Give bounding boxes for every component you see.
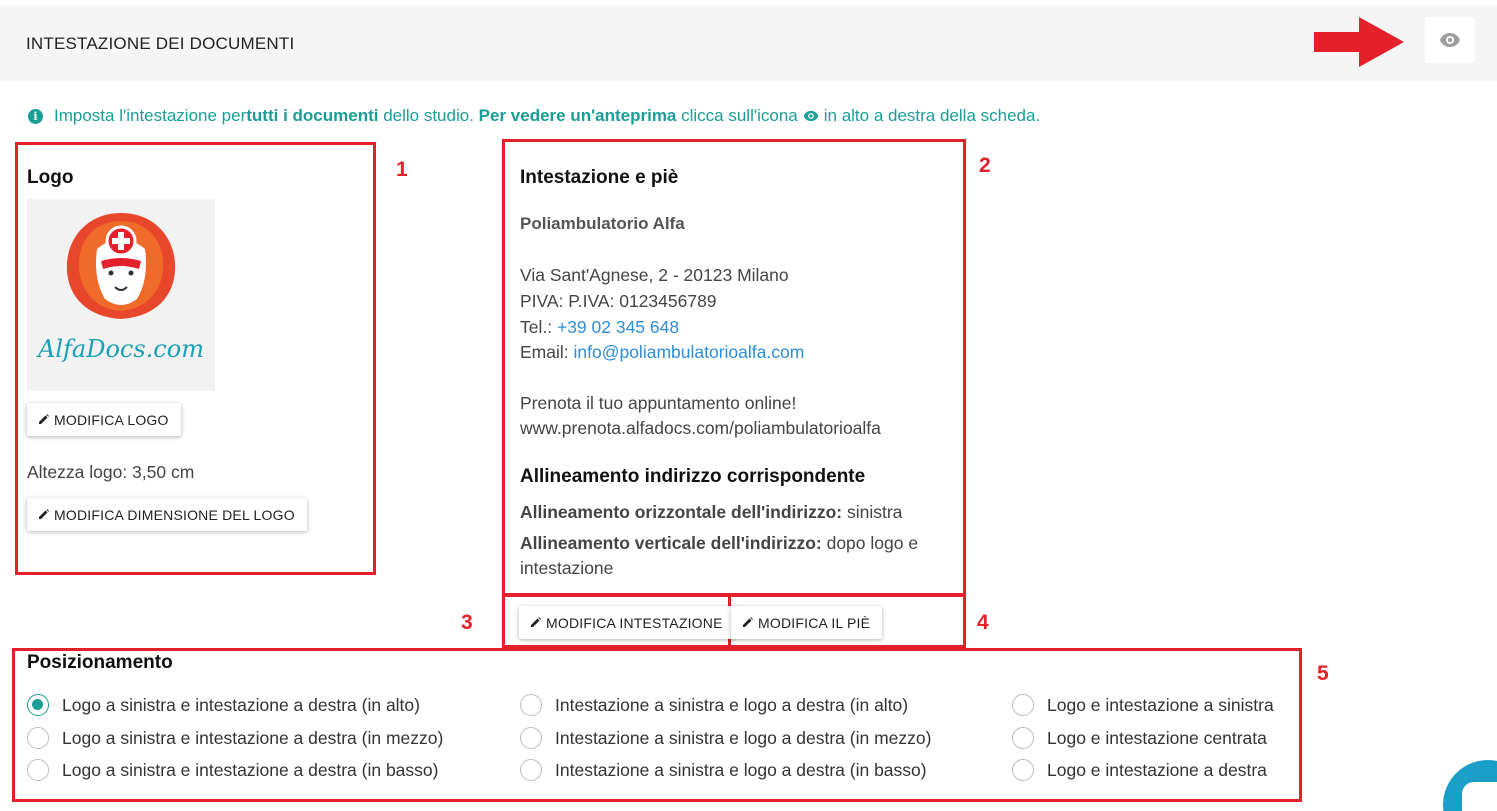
logo-text: AlfaDocs.com [36, 335, 204, 363]
radio-label: Logo a sinistra e intestazione a destra … [62, 694, 420, 715]
radio-button[interactable] [27, 694, 49, 716]
info-text-4: in alto a destra della scheda. [823, 106, 1041, 125]
radio-label: Logo a sinistra e intestazione a destra … [62, 759, 439, 780]
horizontal-alignment: Allineamento orizzontale dell'indirizzo:… [520, 502, 902, 523]
positioning-option[interactable]: Intestazione a sinistra e logo a destra … [520, 694, 908, 716]
edit-logo-label: MODIFICA LOGO [54, 411, 169, 428]
info-text-1: Imposta l'intestazione per [54, 106, 247, 125]
info-bold-1: tutti i documenti [246, 106, 379, 125]
radio-button[interactable] [520, 727, 542, 749]
positioning-option[interactable]: Intestazione a sinistra e logo a destra … [520, 759, 927, 781]
tel-line: Tel.: +39 02 345 648 [520, 317, 679, 338]
positioning-option[interactable]: Logo e intestazione a destra [1012, 759, 1267, 781]
eye-icon [1440, 33, 1460, 47]
info-text-2: dello studio. [378, 106, 479, 125]
header-footer-title: Intestazione e piè [520, 167, 679, 188]
positioning-option[interactable]: Intestazione a sinistra e logo a destra … [520, 727, 931, 749]
positioning-option[interactable]: Logo e intestazione centrata [1012, 727, 1267, 749]
booking-line-1: Prenota il tuo appuntamento online! [520, 393, 797, 413]
address-line: Via Sant'Agnese, 2 - 20123 Milano [520, 265, 789, 285]
info-message: i Imposta l'intestazione per tutti i doc… [28, 106, 1040, 126]
positioning-option[interactable]: Logo a sinistra e intestazione a destra … [27, 694, 420, 716]
radio-label: Intestazione a sinistra e logo a destra … [555, 694, 909, 715]
edit-header-label: MODIFICA INTESTAZIONE [546, 614, 723, 631]
red-arrow-annotation [1314, 17, 1404, 67]
info-icon: i [28, 108, 43, 124]
info-text-3: clicca sull'icona [676, 106, 798, 125]
radio-label: Logo e intestazione centrata [1047, 727, 1267, 748]
email-label: Email: [520, 342, 574, 362]
logo-image: AlfaDocs.com [27, 199, 215, 391]
positioning-option[interactable]: Logo a sinistra e intestazione a destra … [27, 759, 438, 781]
vertical-alignment: Allineamento verticale dell'indirizzo: d… [520, 533, 918, 554]
radio-button[interactable] [520, 759, 542, 781]
annotation-number-4: 4 [977, 611, 989, 634]
edit-logo-size-button[interactable]: MODIFICA DIMENSIONE DEL LOGO [27, 498, 307, 531]
radio-label: Logo a sinistra e intestazione a destra … [62, 727, 444, 748]
email-link[interactable]: info@poliambulatorioalfa.com [573, 342, 804, 362]
radio-button[interactable] [27, 727, 49, 749]
chat-icon [1462, 782, 1497, 811]
radio-button[interactable] [27, 759, 49, 781]
vertical-alignment-cont: intestazione [520, 558, 614, 578]
v-align-value: dopo logo e [821, 533, 919, 553]
logo-section-title: Logo [27, 167, 74, 188]
positioning-option[interactable]: Logo e intestazione a sinistra [1012, 694, 1274, 716]
v-align-label: Allineamento verticale dell'indirizzo: [520, 533, 822, 553]
annotation-number-1: 1 [396, 158, 408, 181]
pencil-icon [530, 615, 542, 631]
annotation-number-2: 2 [979, 154, 991, 177]
radio-button[interactable] [1012, 759, 1034, 781]
radio-label: Intestazione a sinistra e logo a destra … [555, 759, 927, 780]
radio-label: Intestazione a sinistra e logo a destra … [555, 727, 932, 748]
h-align-value: sinistra [842, 502, 903, 522]
annotation-box-2 [502, 139, 966, 596]
piva-line: PIVA: P.IVA: 0123456789 [520, 291, 717, 311]
h-align-label: Allineamento orizzontale dell'indirizzo: [520, 502, 843, 522]
eye-icon [803, 110, 819, 122]
tel-label: Tel.: [520, 317, 557, 337]
edit-header-button[interactable]: MODIFICA INTESTAZIONE [519, 606, 735, 639]
lion-logo-icon: AlfaDocs.com [36, 213, 204, 363]
pencil-icon [38, 412, 50, 428]
edit-footer-button[interactable]: MODIFICA IL PIÈ [731, 606, 883, 639]
radio-button[interactable] [520, 694, 542, 716]
positioning-title: Posizionamento [27, 652, 173, 673]
booking-line-2: www.prenota.alfadocs.com/poliambulatorio… [520, 418, 881, 438]
logo-height-text: Altezza logo: 3,50 cm [27, 462, 195, 482]
radio-label: Logo e intestazione a destra [1047, 759, 1267, 780]
section-title: INTESTAZIONE DEI DOCUMENTI [26, 34, 295, 53]
edit-logo-size-label: MODIFICA DIMENSIONE DEL LOGO [54, 506, 295, 523]
edit-logo-button[interactable]: MODIFICA LOGO [27, 403, 181, 436]
annotation-number-5: 5 [1317, 662, 1329, 685]
pencil-icon [38, 507, 50, 523]
email-line: Email: info@poliambulatorioalfa.com [520, 342, 804, 363]
radio-label: Logo e intestazione a sinistra [1047, 694, 1274, 715]
positioning-option[interactable]: Logo a sinistra e intestazione a destra … [27, 727, 443, 749]
info-bold-2: Per vedere un'anteprima [478, 106, 677, 125]
tel-link[interactable]: +39 02 345 648 [557, 317, 679, 337]
radio-button[interactable] [1012, 694, 1034, 716]
edit-footer-label: MODIFICA IL PIÈ [758, 614, 871, 631]
pencil-icon [742, 615, 754, 631]
preview-button[interactable] [1425, 17, 1475, 63]
radio-button[interactable] [1012, 727, 1034, 749]
annotation-number-3: 3 [461, 611, 473, 634]
studio-name: Poliambulatorio Alfa [520, 214, 685, 233]
alignment-title: Allineamento indirizzo corrispondente [520, 466, 866, 487]
